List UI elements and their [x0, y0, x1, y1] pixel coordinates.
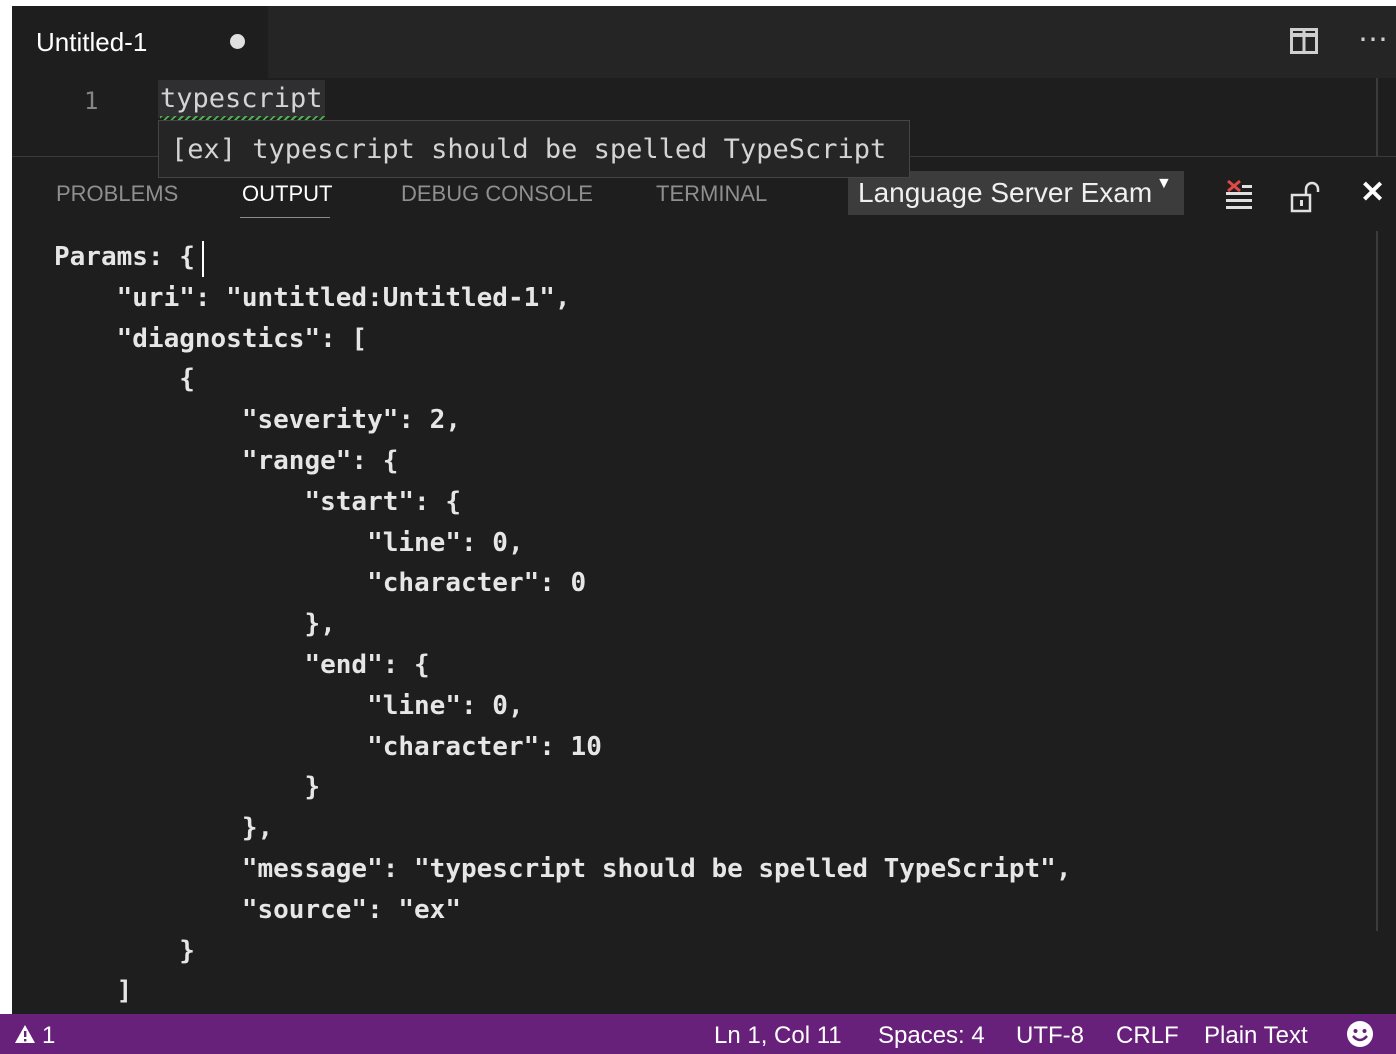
warning-count[interactable]: 1: [42, 1022, 55, 1050]
status-bar: 1 Ln 1, Col 11 Spaces: 4 UTF-8 CRLF Plai…: [0, 1014, 1396, 1054]
tab-debug-console[interactable]: DEBUG CONSOLE: [401, 181, 593, 207]
code-line[interactable]: typescript: [158, 80, 325, 118]
output-line: }: [54, 935, 195, 966]
output-line: "end": {: [54, 649, 430, 680]
output-line: "line": 0,: [54, 690, 524, 721]
output-line: "severity": 2,: [54, 405, 461, 436]
encoding[interactable]: UTF-8: [1016, 1022, 1084, 1050]
close-panel-icon[interactable]: ✕: [1360, 175, 1385, 210]
clear-output-icon[interactable]: [1224, 179, 1254, 213]
scroll-lock-icon[interactable]: [1290, 181, 1320, 213]
tab-untitled-1[interactable]: Untitled-1: [12, 6, 268, 78]
more-actions-icon[interactable]: ⋯: [1358, 20, 1396, 60]
tab-terminal[interactable]: TERMINAL: [656, 181, 767, 207]
diagnostic-hover-tooltip: [ex] typescript should be spelled TypeSc…: [158, 120, 910, 178]
output-line: "source": "ex": [54, 894, 461, 925]
output-line: "character": 0: [54, 568, 587, 599]
feedback-smiley-icon[interactable]: [1346, 1020, 1374, 1048]
output-line: "start": {: [54, 486, 461, 517]
language-mode[interactable]: Plain Text: [1204, 1022, 1308, 1050]
output-line: Params: {: [54, 242, 195, 272]
output-panel: PROBLEMS OUTPUT DEBUG CONSOLE TERMINAL L…: [12, 156, 1396, 1015]
cursor-position[interactable]: Ln 1, Col 11: [714, 1022, 842, 1050]
output-line: ]: [54, 976, 133, 1007]
editor-scrollbar[interactable]: [1376, 78, 1396, 156]
output-line: {: [54, 364, 195, 395]
tab-output[interactable]: OUTPUT: [242, 181, 332, 207]
vscode-window: Untitled-1 ⋯ 1 typescript [ex] typescrip…: [12, 6, 1396, 1054]
output-line: "message": "typescript should be spelled…: [54, 853, 1072, 884]
output-log[interactable]: Params: { "uri": "untitled:Untitled-1", …: [54, 237, 1354, 1012]
output-line: }: [54, 772, 321, 803]
output-scrollbar[interactable]: [1376, 231, 1396, 931]
unsaved-dot-icon[interactable]: [230, 34, 245, 49]
output-line: "uri": "untitled:Untitled-1",: [54, 282, 571, 313]
line-ending[interactable]: CRLF: [1116, 1022, 1179, 1050]
line-number: 1: [84, 87, 99, 115]
output-line: },: [54, 609, 336, 640]
output-line: },: [54, 813, 274, 844]
split-editor-icon[interactable]: [1290, 28, 1318, 54]
text-cursor: [202, 241, 204, 277]
output-line: "line": 0,: [54, 527, 524, 558]
tab-problems[interactable]: PROBLEMS: [56, 181, 178, 207]
output-line: "range": {: [54, 445, 399, 476]
output-line: "diagnostics": [: [54, 323, 368, 354]
tab-title: Untitled-1: [36, 26, 148, 57]
output-line: "character": 10: [54, 731, 602, 762]
editor-tab-bar: Untitled-1 ⋯: [12, 6, 1396, 78]
dropdown-arrow-icon[interactable]: ▼: [1156, 175, 1172, 193]
active-tab-indicator: [240, 217, 330, 218]
warning-icon[interactable]: [14, 1024, 36, 1044]
indentation[interactable]: Spaces: 4: [878, 1022, 985, 1050]
